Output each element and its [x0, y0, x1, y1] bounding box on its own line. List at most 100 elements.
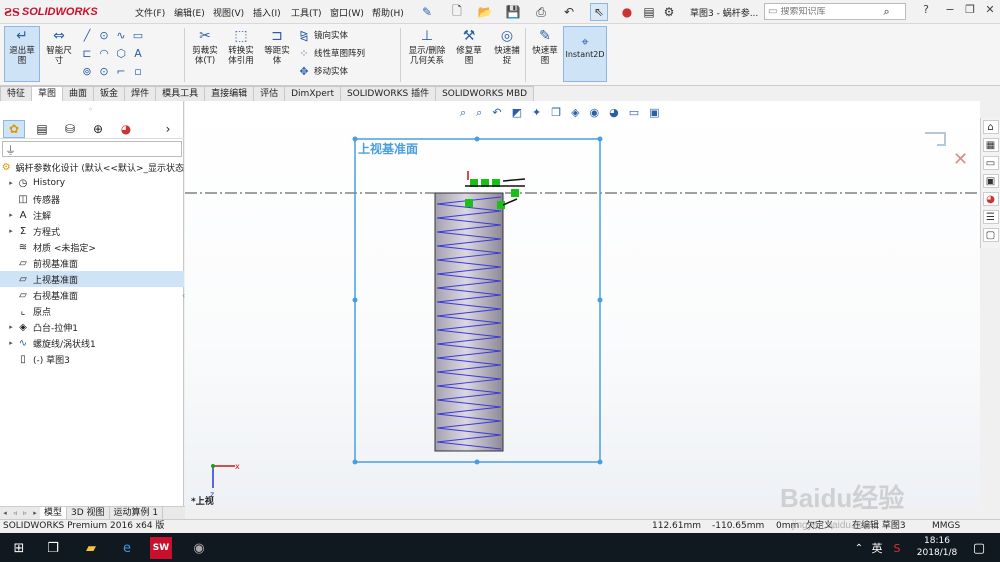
slot-icon[interactable]: ⊏ — [80, 46, 94, 60]
smart-dimension-button[interactable]: ⇔ 智能尺寸 — [41, 26, 77, 66]
tree-item[interactable]: ▱ 前视基准面 — [0, 255, 184, 271]
rapid-sketch-button[interactable]: ✎ 快速草图 — [528, 26, 562, 66]
relation-icon[interactable] — [511, 189, 519, 197]
last-tab-icon[interactable]: ▸ — [30, 507, 40, 519]
plane-handle[interactable] — [597, 459, 603, 465]
app-taskbar-icon[interactable]: ◉ — [188, 537, 210, 559]
confirmation-corner[interactable]: ✕ — [925, 132, 968, 170]
file-explorer-taskbar-icon[interactable]: ▰ — [80, 537, 102, 559]
tab-mbd[interactable]: SOLIDWORKS MBD — [435, 86, 535, 101]
tab-sketch[interactable]: 草图 — [31, 86, 64, 101]
menu-file[interactable]: 文件(F) — [135, 6, 165, 19]
save-icon[interactable]: 💾 — [504, 3, 522, 21]
plane-sketch-icon[interactable]: ▫ — [131, 64, 145, 78]
point-icon[interactable]: ⊚ — [80, 64, 94, 78]
file-properties-icon[interactable]: ▤ — [640, 3, 658, 21]
expand-arrow-icon[interactable]: ▸ — [6, 227, 16, 235]
menu-insert[interactable]: 插入(I) — [253, 6, 281, 19]
custom-properties-icon[interactable]: ☰ — [982, 210, 999, 224]
tree-item[interactable]: ▯ (-) 草图3 — [0, 351, 184, 367]
linear-pattern-button[interactable]: ⁘ 线性草图阵列 — [297, 44, 392, 62]
notification-icon[interactable]: ▢ — [968, 537, 990, 559]
tree-item[interactable]: ▸ Σ 方程式 — [0, 223, 184, 239]
rectangle-icon[interactable]: ▭ — [131, 28, 145, 42]
feature-manager-tab-icon[interactable]: ✿ — [3, 119, 25, 138]
tab-mold-tools[interactable]: 模具工具 — [155, 86, 206, 101]
undo-icon[interactable]: ↶ — [560, 3, 578, 21]
tab-surfaces[interactable]: 曲面 — [62, 86, 95, 101]
text-icon[interactable]: A — [131, 46, 145, 60]
tree-item[interactable]: ≋ 材质 <未指定> — [0, 239, 184, 255]
menu-window[interactable]: 窗口(W) — [330, 6, 364, 19]
tree-item[interactable]: ▸ A 注解 — [0, 207, 184, 223]
dimxpert-manager-tab-icon[interactable]: ⊕ — [87, 120, 109, 138]
first-tab-icon[interactable]: ◂ — [0, 507, 10, 519]
solidworks-resources-icon[interactable]: ⌂ — [982, 120, 999, 134]
centerline-icon[interactable]: ⊙ — [97, 64, 111, 78]
edge-icon[interactable]: e — [116, 537, 138, 559]
file-explorer-icon[interactable]: ▭ — [982, 156, 999, 170]
fillet-icon[interactable]: ⌐ — [114, 64, 128, 78]
plane-handle[interactable] — [597, 297, 603, 303]
display-delete-relations-button[interactable]: ⊥ 显示/删除几何关系 — [404, 26, 450, 66]
property-manager-tab-icon[interactable]: ▤ — [31, 120, 53, 138]
menu-help[interactable]: 帮助(H) — [372, 6, 404, 19]
relation-icon[interactable] — [465, 199, 473, 207]
expand-arrow-icon[interactable]: ▸ — [6, 179, 16, 187]
tab-features[interactable]: 特征 — [0, 86, 33, 101]
plane-handle[interactable] — [352, 459, 358, 465]
move-entities-button[interactable]: ✥ 移动实体 — [297, 62, 392, 80]
tree-item[interactable]: ▱ 上视基准面 — [0, 271, 184, 287]
sketch-canvas[interactable]: ✕ 上视基准面 x z *上视 — [185, 101, 980, 506]
appearances-icon[interactable]: ◕ — [982, 192, 999, 206]
expand-arrow-icon[interactable]: ▸ — [6, 211, 16, 219]
menu-edit[interactable]: 编辑(E) — [174, 6, 205, 19]
search-box[interactable]: ▭ ⌕ — [764, 3, 906, 20]
tab-weldments[interactable]: 焊件 — [124, 86, 157, 101]
tab-model[interactable]: 模型 — [40, 507, 68, 519]
tree-item[interactable]: ▸ ◷ History — [0, 175, 184, 191]
cancel-sketch-icon[interactable]: ✕ — [953, 149, 968, 170]
trim-entities-button[interactable]: ✂ 剪裁实体(T) — [188, 26, 222, 66]
pin-icon[interactable]: ✎ — [418, 3, 436, 21]
options-icon[interactable]: ⚙ — [660, 3, 678, 21]
search-icon[interactable]: ⌕ — [883, 5, 889, 19]
configuration-manager-tab-icon[interactable]: ⛁ — [59, 120, 81, 138]
rebuild-icon[interactable]: ● — [618, 3, 636, 21]
tree-item[interactable]: ◫ 传感器 — [0, 191, 184, 207]
unit-system[interactable]: MMGS — [932, 520, 960, 533]
view-palette-icon[interactable]: ▣ — [982, 174, 999, 188]
tab-3d-views[interactable]: 3D 视图 — [67, 507, 110, 519]
tree-item[interactable]: ⌞ 原点 — [0, 303, 184, 319]
display-manager-tab-icon[interactable]: ◕ — [115, 120, 137, 138]
prev-tab-icon[interactable]: ◃ — [10, 507, 20, 519]
windows-start-icon[interactable]: ⊞ — [8, 537, 30, 559]
mirror-entities-button[interactable]: ⧎ 镜向实体 — [297, 26, 392, 44]
select-icon[interactable]: ⇖ — [590, 3, 608, 21]
plane-handle[interactable] — [352, 136, 358, 142]
confirm-sketch-icon[interactable] — [925, 132, 946, 146]
graphics-area[interactable]: ⌕ ⌕ ↶ ◩ ✦ ❒ ◈ ◉ ◕ ▭ ▣ ◧ − ❐ ✕ ✕ — [185, 101, 980, 506]
plane-handle[interactable] — [597, 136, 603, 142]
print-icon[interactable]: ⎙ — [532, 3, 550, 21]
open-icon[interactable]: 📂 — [476, 3, 494, 21]
line-icon[interactable]: ╱ — [80, 28, 94, 42]
plane-handle[interactable] — [474, 136, 480, 142]
tab-direct-editing[interactable]: 直接编辑 — [204, 86, 255, 101]
circle-icon[interactable]: ⊙ — [97, 28, 111, 42]
menu-view[interactable]: 视图(V) — [213, 6, 244, 19]
ime-indicator[interactable]: 英 — [866, 537, 888, 559]
tab-motion-study[interactable]: 运动算例 1 — [110, 507, 164, 519]
minimize-button[interactable]: − — [942, 3, 958, 19]
offset-entities-button[interactable]: ⊐ 等距实体 — [260, 26, 294, 66]
filter-field[interactable]: ⏚ — [2, 141, 182, 157]
panel-grip[interactable]: ◦ — [88, 105, 93, 114]
task-view-icon[interactable]: ❐ — [42, 537, 64, 559]
convert-entities-button[interactable]: ⬚ 转换实体引用 — [224, 26, 258, 66]
search-input[interactable] — [780, 6, 881, 17]
close-button[interactable]: ✕ — [982, 3, 998, 19]
new-icon[interactable]: 🗋 — [448, 3, 466, 21]
tab-evaluate[interactable]: 评估 — [253, 86, 286, 101]
expand-arrow-icon[interactable]: ▸ — [6, 323, 16, 331]
quick-snaps-button[interactable]: ◎ 快速捕捉 — [490, 26, 524, 66]
